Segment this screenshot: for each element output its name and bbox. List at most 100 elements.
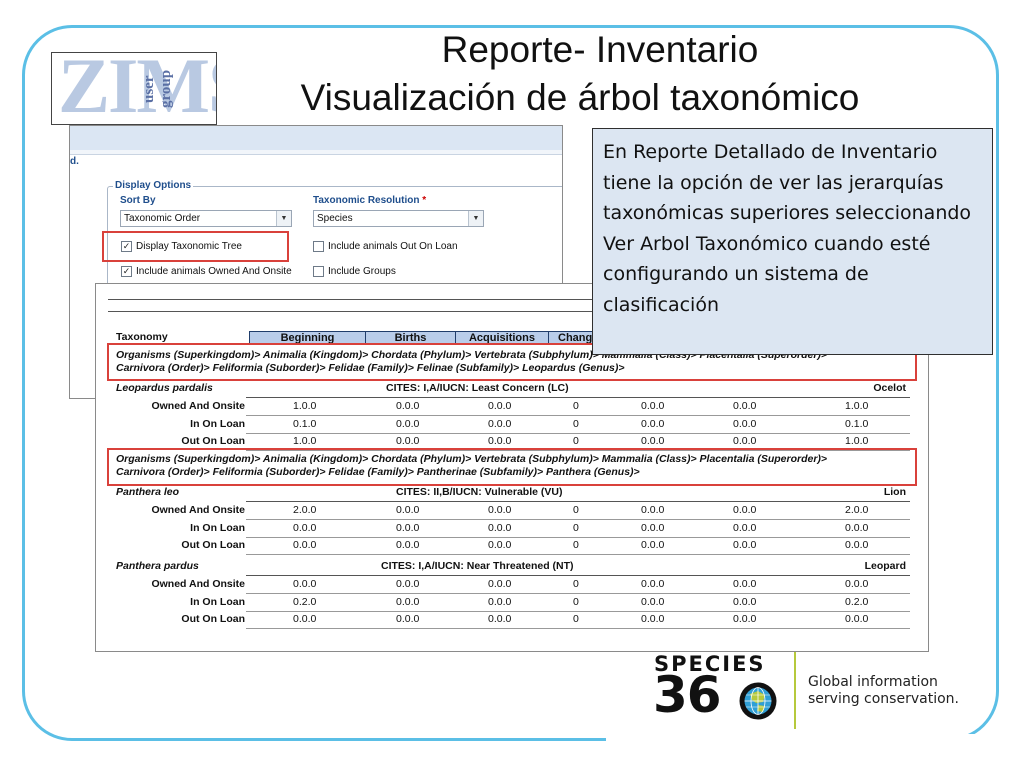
table-cell: 0.0.0: [488, 504, 512, 516]
species360-number: 36: [653, 666, 722, 724]
row-divider: [246, 554, 910, 555]
row-label: In On Loan: [190, 595, 245, 608]
table-cell: 0: [573, 504, 579, 516]
table-cell: 0.0.0: [733, 521, 757, 534]
divider: [246, 397, 910, 398]
common-name: Ocelot: [873, 382, 906, 394]
sort-by-label: Sort By: [120, 195, 156, 206]
zims-logo-subtitle: user group: [141, 69, 174, 109]
checkbox-unchecked-icon[interactable]: [313, 266, 324, 277]
table-cell: 0.0.0: [641, 400, 665, 412]
row-label: Owned And Onsite: [151, 504, 245, 516]
taxonomic-resolution-select[interactable]: Species ▼: [313, 210, 484, 227]
table-cell: 0.0.0: [396, 595, 420, 608]
checkbox-unchecked-icon[interactable]: [313, 241, 324, 252]
sort-by-select[interactable]: Taxonomic Order ▼: [120, 210, 292, 227]
frame-gap: [606, 734, 1024, 754]
taxonomic-resolution-text: Taxonomic Resolution: [313, 195, 420, 206]
table-cell: 2.0.0: [845, 504, 869, 516]
table-cell: 0.0.0: [293, 578, 317, 590]
taxonomic-resolution-value: Species: [317, 213, 353, 224]
table-cell: 0.0.0: [845, 578, 869, 590]
row-label: Owned And Onsite: [151, 400, 245, 412]
row-label: Out On Loan: [181, 613, 245, 625]
table-cell: 0.0.0: [845, 539, 869, 551]
table-cell: 0.0.0: [396, 613, 420, 625]
checkbox-checked-icon[interactable]: ✓: [121, 266, 132, 277]
row-divider: [246, 415, 910, 416]
include-owned-onsite-option[interactable]: ✓ Include animals Owned And Onsite: [121, 266, 292, 277]
common-name: Leopard: [864, 560, 906, 572]
species-name: Panthera pardus: [116, 560, 199, 572]
zims-user-group-logo: ZIMS user group: [51, 52, 217, 125]
cites-status: CITES: I,A/IUCN: Least Concern (LC): [386, 382, 569, 394]
table-cell: 0.0.0: [641, 504, 665, 516]
logo-divider: [794, 652, 796, 729]
table-cell: 0: [573, 613, 579, 625]
cites-status: CITES: I,A/IUCN: Near Threatened (NT): [381, 560, 574, 572]
chevron-down-icon: ▼: [276, 211, 291, 226]
table-cell: 0.0.0: [488, 578, 512, 590]
row-label: Out On Loan: [181, 435, 245, 447]
globe-icon: [739, 682, 777, 720]
truncated-label: d.: [70, 156, 79, 167]
table-cell: 1.0.0: [293, 400, 317, 412]
panel-header-bar: [70, 126, 562, 150]
table-cell: 0.0.0: [488, 417, 512, 430]
table-cell: 0.0.0: [396, 504, 420, 516]
table-cell: 0: [573, 435, 579, 447]
divider: [246, 501, 910, 502]
sort-by-value: Taxonomic Order: [124, 213, 201, 224]
checkbox-label: Include Groups: [328, 266, 396, 277]
table-cell: 0.0.0: [488, 595, 512, 608]
table-cell: 0.0.0: [641, 613, 665, 625]
chevron-down-icon: ▼: [468, 211, 483, 226]
table-cell: 0.0.0: [396, 417, 420, 430]
table-cell: 0.0.0: [733, 400, 757, 412]
table-cell: 0.0.0: [641, 578, 665, 590]
table-cell: 0.0.0: [641, 417, 665, 430]
checkbox-label: Include animals Out On Loan: [328, 241, 458, 252]
table-cell: 0.0.0: [733, 417, 757, 430]
table-cell: 0.0.0: [488, 435, 512, 447]
species-name: Panthera leo: [116, 486, 180, 498]
row-label: In On Loan: [190, 417, 245, 430]
species-name: Leopardus pardalis: [116, 382, 213, 394]
table-cell: 0.0.0: [396, 578, 420, 590]
table-cell: 0.0.0: [488, 400, 512, 412]
explanation-callout: En Reporte Detallado de Inventario tiene…: [592, 128, 993, 355]
slide-title: Reporte- Inventario: [441, 29, 759, 70]
highlight-box-taxonomic-tree: [102, 231, 289, 262]
taxonomic-resolution-label: Taxonomic Resolution *: [313, 195, 426, 206]
slide-subtitle: Visualización de árbol taxonómico: [300, 77, 860, 118]
table-cell: 0.0.0: [733, 578, 757, 590]
table-cell: 0.0.0: [641, 595, 665, 608]
divider: [246, 575, 910, 576]
table-cell: 1.0.0: [845, 435, 869, 447]
table-cell: 0: [573, 417, 579, 430]
table-cell: 0: [573, 521, 579, 534]
table-cell: 0: [573, 400, 579, 412]
common-name: Lion: [883, 486, 906, 498]
table-cell: 0.1.0: [293, 417, 317, 430]
table-cell: 0.0.0: [488, 613, 512, 625]
table-cell: 0.0.0: [396, 400, 420, 412]
table-cell: 0.0.0: [396, 539, 420, 551]
table-cell: 0.0.0: [396, 521, 420, 534]
table-cell: 0.0.0: [293, 613, 317, 625]
row-divider: [246, 593, 910, 594]
table-cell: 1.0.0: [293, 435, 317, 447]
include-out-on-loan-option[interactable]: Include animals Out On Loan: [313, 241, 458, 252]
table-cell: 0.0.0: [293, 521, 317, 534]
table-cell: 0: [573, 595, 579, 608]
table-cell: 0.0.0: [396, 435, 420, 447]
zims-logo-letters: ZIMS: [58, 52, 216, 125]
cites-status: CITES: II,B/IUCN: Vulnerable (VU): [396, 486, 563, 498]
table-cell: 0.0.0: [488, 539, 512, 551]
taxonomy-column-label: Taxonomy: [116, 331, 168, 343]
table-cell: 0.2.0: [293, 595, 317, 608]
include-groups-option[interactable]: Include Groups: [313, 266, 396, 277]
table-cell: 0.1.0: [845, 417, 869, 430]
table-cell: 0.0.0: [293, 539, 317, 551]
species360-tagline: Global information serving conservation.: [808, 674, 959, 708]
